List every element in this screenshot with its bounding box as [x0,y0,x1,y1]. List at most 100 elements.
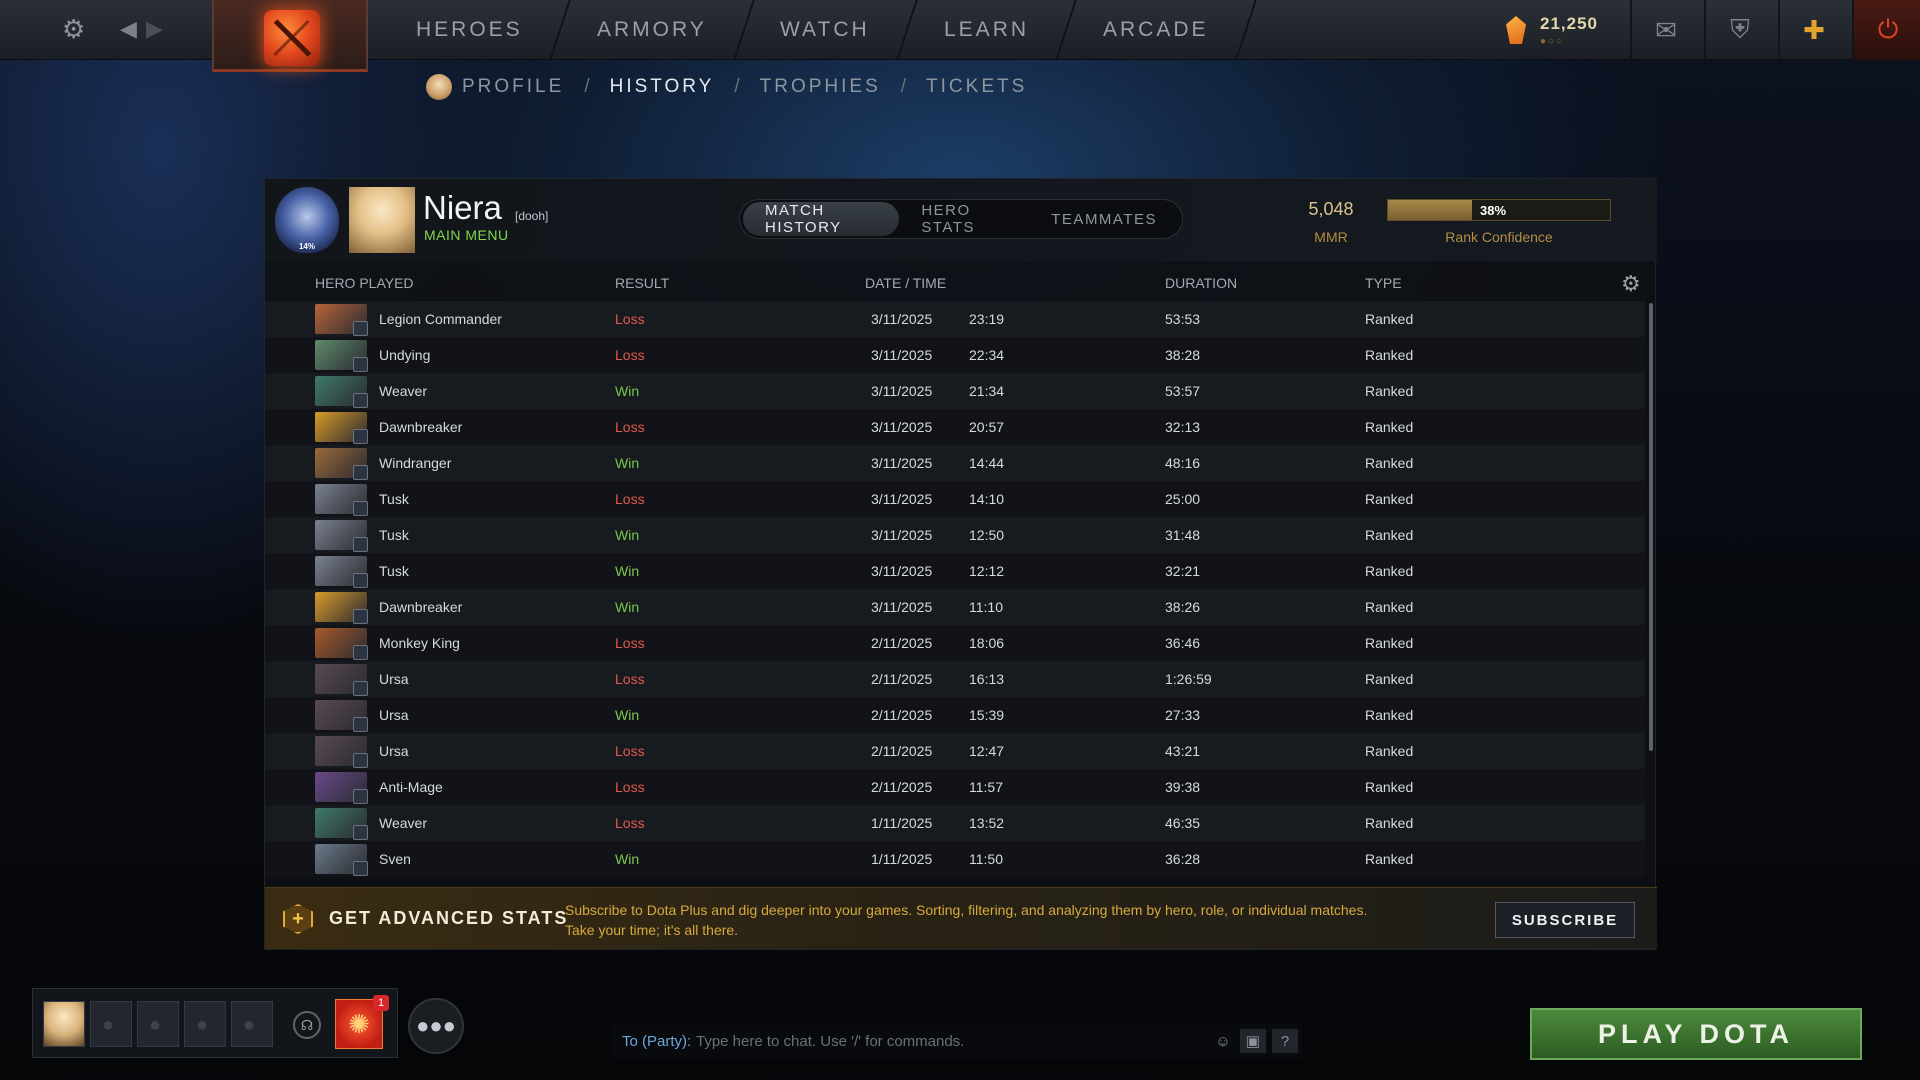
match-duration: 27:33 [1165,707,1201,723]
match-date: 1/11/2025 [871,851,933,867]
table-row[interactable]: Tusk Loss 3/11/2025 14:10 25:00 Ranked [265,481,1645,517]
mail-icon[interactable]: ✉ [1630,0,1700,60]
avatar [426,74,452,100]
table-row[interactable]: Dawnbreaker Win 3/11/2025 11:10 38:26 Ranked [265,589,1645,625]
subnav-profile[interactable]: PROFILE [462,76,564,98]
promo-text: Subscribe to Dota Plus and dig deeper in… [565,902,1368,938]
role-badge-icon [353,825,368,840]
nav-armory-label: ARMORY [596,18,707,41]
dota-plus-icon[interactable]: ✚ [1778,0,1848,60]
header-datetime[interactable]: DATE / TIME [865,275,946,291]
match-result: Loss [615,635,645,651]
chat-bar: To (Party): ☺ ▣ ? [612,1024,1302,1058]
party-slot-empty[interactable]: ● [231,1001,273,1047]
table-row[interactable]: Undying Loss 3/11/2025 22:34 38:28 Ranked [265,337,1645,373]
subnav-trophies[interactable]: TROPHIES [760,76,881,98]
history-tabs: MATCH HISTORY HERO STATS TEAMMATES [739,199,1183,239]
role-badge-icon [353,321,368,336]
party-slot-self[interactable] [43,1001,85,1047]
match-type: Ranked [1365,383,1414,399]
player-status: MAIN MENU [424,227,509,243]
tab-hero-stats[interactable]: HERO STATS [899,202,1029,236]
table-row[interactable]: Ursa Loss 2/11/2025 16:13 1:26:59 Ranked [265,661,1645,697]
table-row[interactable]: Ursa Loss 2/11/2025 12:47 43:21 Ranked [265,733,1645,769]
match-duration: 48:16 [1165,455,1201,471]
chat-channel-label[interactable]: To (Party): [622,1033,691,1050]
table-row[interactable]: Dawnbreaker Loss 3/11/2025 20:57 32:13 Ranked [265,409,1645,445]
tab-teammates[interactable]: TEAMMATES [1029,202,1179,236]
match-result: Win [615,383,640,399]
power-icon[interactable]: ⏻ [1852,0,1920,60]
nav-watch[interactable]: WATCH [734,0,918,60]
chat-input[interactable] [696,1029,1196,1053]
table-row[interactable]: Weaver Win 3/11/2025 21:34 53:57 Ranked [265,373,1645,409]
hero-name: Weaver [379,815,427,831]
match-list-scrollbar[interactable] [1649,303,1653,751]
table-row[interactable]: Windranger Win 3/11/2025 14:44 48:16 Ranked [265,445,1645,481]
match-type: Ranked [1365,347,1414,363]
nav-armory[interactable]: ARMORY [550,0,755,60]
player-name: Niera [423,189,502,226]
rank-confidence-bar: 38% [1387,199,1611,221]
forward-arrow-icon[interactable]: ▶ [146,14,163,44]
shards-count[interactable]: 21,250 [1540,14,1598,34]
profile-header: 14% Niera [dooh] MAIN MENU MATCH HISTORY… [265,179,1657,261]
nav-arcade[interactable]: ARCADE [1057,0,1257,60]
header-result[interactable]: RESULT [615,275,669,291]
friends-button[interactable]: ●●● [408,998,464,1054]
table-row[interactable]: Tusk Win 3/11/2025 12:50 31:48 Ranked [265,517,1645,553]
match-time: 22:34 [969,347,1005,363]
party-slot-empty[interactable]: ● [184,1001,226,1047]
party-bar: ● ● ● ● ☊ ✺ 1 [32,988,398,1058]
party-slot-empty[interactable]: ● [90,1001,132,1047]
tab-match-history[interactable]: MATCH HISTORY [743,202,900,236]
match-result: Loss [615,743,645,759]
subnav-tickets[interactable]: TICKETS [926,76,1027,98]
voice-chat-headset-icon[interactable]: ☊ [293,1011,321,1039]
header-type[interactable]: TYPE [1365,275,1402,291]
emoji-icon[interactable]: ☺ [1210,1029,1236,1053]
dota-plus-promo: + GET ADVANCED STATS Subscribe to Dota P… [265,887,1657,949]
help-button[interactable]: ? [1272,1029,1298,1053]
nav-learn[interactable]: LEARN [898,0,1077,60]
back-arrow-icon[interactable]: ◀ [120,14,137,44]
settings-gear-icon[interactable]: ⚙ [62,14,85,44]
event-notification-badge: 1 [373,995,389,1011]
subscribe-button[interactable]: SUBSCRIBE [1495,902,1635,938]
person-icon: ● [243,1014,256,1036]
nav-watch-label: WATCH [780,18,871,41]
hero-name: Anti-Mage [379,779,443,795]
table-row[interactable]: Legion Commander Loss 3/11/2025 23:19 53:53 R… [265,301,1645,337]
header-hero[interactable]: HERO PLAYED [315,275,414,291]
table-row[interactable]: Ursa Win 2/11/2025 15:39 27:33 Ranked [265,697,1645,733]
match-type: Ranked [1365,491,1414,507]
role-badge-icon [353,573,368,588]
avatar[interactable] [349,187,415,253]
table-row[interactable]: Anti-Mage Loss 2/11/2025 11:57 39:38 Ranked [265,769,1645,805]
match-result: Win [615,563,640,579]
table-row[interactable]: Sven Win 1/11/2025 11:50 36:28 Ranked [265,841,1645,877]
table-row[interactable]: Weaver Loss 1/11/2025 13:52 46:35 Ranked [265,805,1645,841]
subnav-history[interactable]: HISTORY [610,76,715,98]
nav-heroes[interactable]: HEROES [370,0,571,60]
match-type: Ranked [1365,599,1414,615]
match-duration: 53:57 [1165,383,1201,399]
screenshot-icon[interactable]: ▣ [1240,1029,1266,1053]
hero-name: Monkey King [379,635,460,651]
play-dota-button[interactable]: PLAY DOTA [1530,1008,1862,1060]
armory-shield-icon[interactable]: ⛨ [1704,0,1774,60]
match-result: Win [615,599,640,615]
match-type: Ranked [1365,635,1414,651]
match-type: Ranked [1365,563,1414,579]
table-row[interactable]: Tusk Win 3/11/2025 12:12 32:21 Ranked [265,553,1645,589]
header-duration[interactable]: DURATION [1165,275,1237,291]
table-settings-gear-icon[interactable]: ⚙ [1621,271,1641,297]
shards-icon [1506,16,1526,44]
table-row[interactable]: Monkey King Loss 2/11/2025 18:06 36:46 Ranked [265,625,1645,661]
match-duration: 39:38 [1165,779,1201,795]
nav-learn-label: LEARN [944,18,1030,41]
role-badge-icon [353,357,368,372]
party-slot-empty[interactable]: ● [137,1001,179,1047]
hero-name: Tusk [379,563,409,579]
rank-medal-icon[interactable]: 14% [275,187,339,253]
